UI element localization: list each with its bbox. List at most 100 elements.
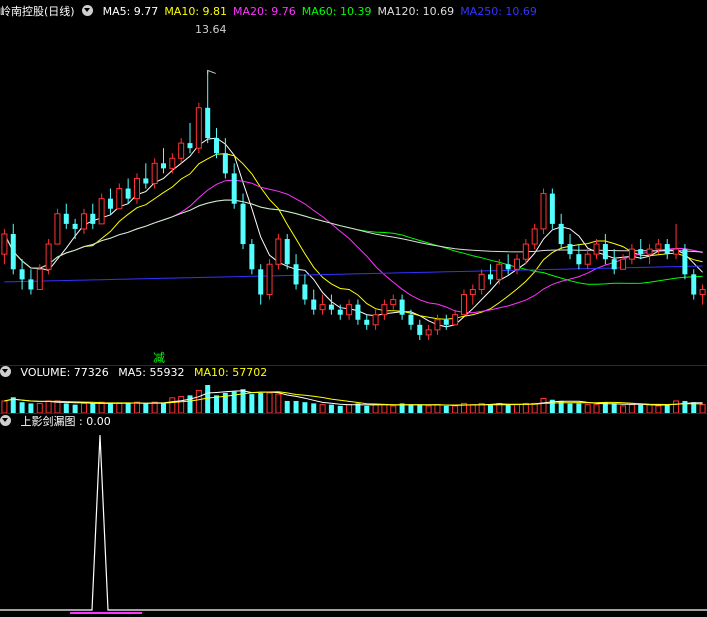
candle-body [452, 314, 459, 326]
volume-bar [143, 403, 149, 413]
candle-body [36, 268, 43, 290]
volume-bar [187, 395, 193, 413]
volume-bar [1, 400, 8, 414]
volume-bar [505, 404, 511, 413]
candle-body [258, 269, 264, 295]
candle-body [417, 324, 423, 335]
candle-body [222, 153, 228, 174]
volume-bar [302, 402, 308, 413]
candle-body [372, 314, 379, 326]
candle-body [602, 244, 608, 260]
volume-bar [443, 405, 449, 413]
candle-body [673, 248, 680, 255]
volume-bar [611, 403, 617, 413]
volume-bar [655, 405, 662, 414]
candle-body [54, 213, 61, 245]
candle-body [558, 223, 564, 245]
volume-bar [275, 393, 282, 414]
candle-body [664, 244, 670, 255]
volume-bar [125, 403, 131, 413]
volume-bar [293, 400, 299, 413]
candle-body [381, 304, 388, 316]
candle-body [28, 279, 34, 290]
volume-bar [584, 404, 591, 414]
candle-body [399, 299, 405, 315]
volume-bar [258, 392, 264, 413]
volume-ma10: MA10: 57702 [193, 366, 268, 379]
candle-body [240, 203, 246, 245]
volume-bar [195, 389, 202, 414]
volume-bar [593, 404, 600, 414]
volume-bar [452, 405, 459, 414]
volume-bar [576, 403, 582, 413]
candle-body [19, 269, 25, 280]
candle-body [364, 319, 370, 325]
candle-body [1, 233, 8, 255]
volume-bar [107, 403, 113, 413]
candle-body [531, 228, 538, 245]
volume-bar [417, 404, 423, 413]
volume-bar [372, 404, 379, 414]
candle-body [98, 198, 105, 225]
volume-bar [364, 405, 370, 413]
volume-bar [80, 402, 87, 414]
indicator-dropdown-icon[interactable] [0, 415, 11, 426]
candle-body [487, 274, 493, 280]
volume-bar [266, 392, 273, 414]
volume-bar [311, 403, 317, 413]
candle-body [249, 244, 255, 270]
candle-body [691, 274, 697, 295]
candle-body [311, 299, 317, 310]
candle-body [469, 288, 476, 296]
volume-bar [346, 404, 353, 414]
candle-body [284, 239, 290, 265]
candle-body [540, 193, 547, 230]
candle-body [275, 238, 282, 265]
volume-ma10-line [4, 391, 703, 406]
volume-bar [487, 404, 493, 413]
candle-body [80, 213, 87, 230]
candle-body [187, 143, 193, 149]
candle-body [10, 233, 16, 270]
candle-body [443, 319, 449, 325]
volume-bar [151, 401, 158, 414]
volume-ma5: MA5: 55932 [118, 366, 185, 379]
candle-body [178, 142, 185, 159]
candle-body [293, 264, 299, 285]
ma10-line [3, 153, 703, 320]
volume-bar [628, 404, 635, 414]
volume-bar [682, 400, 688, 413]
candle-body [478, 273, 485, 290]
candle-body [302, 284, 308, 300]
candle-body [107, 198, 113, 209]
candle-body [549, 193, 555, 224]
candle-body [576, 254, 582, 265]
candle-body [628, 248, 635, 260]
candle-body [319, 304, 326, 311]
high-price-label: 13.64 [195, 23, 227, 36]
volume-legend: VOLUME: 77326 MA5: 55932 MA10: 57702 [0, 366, 273, 380]
candle-body [655, 243, 662, 250]
indicator-chart [0, 434, 707, 614]
candle-body [328, 304, 334, 310]
candle-body [638, 249, 644, 255]
panel-separator-2 [0, 413, 707, 414]
volume-dropdown-icon[interactable] [0, 366, 11, 377]
candle-body [169, 157, 176, 169]
candle-body [125, 188, 131, 199]
ma40-line [3, 199, 703, 285]
candle-body [205, 107, 211, 139]
volume-bar [408, 404, 414, 413]
volume-bar [319, 404, 326, 414]
volume-bar [381, 404, 388, 414]
volume-bar [133, 401, 140, 414]
candle-body [682, 249, 688, 275]
candle-body [646, 248, 653, 255]
candle-body [522, 243, 529, 260]
volume-bar [249, 394, 255, 413]
candle-body [611, 259, 617, 270]
candle-body [231, 173, 237, 204]
candle-body [593, 243, 600, 255]
candle-body [337, 309, 343, 315]
volume-bar [328, 404, 334, 413]
